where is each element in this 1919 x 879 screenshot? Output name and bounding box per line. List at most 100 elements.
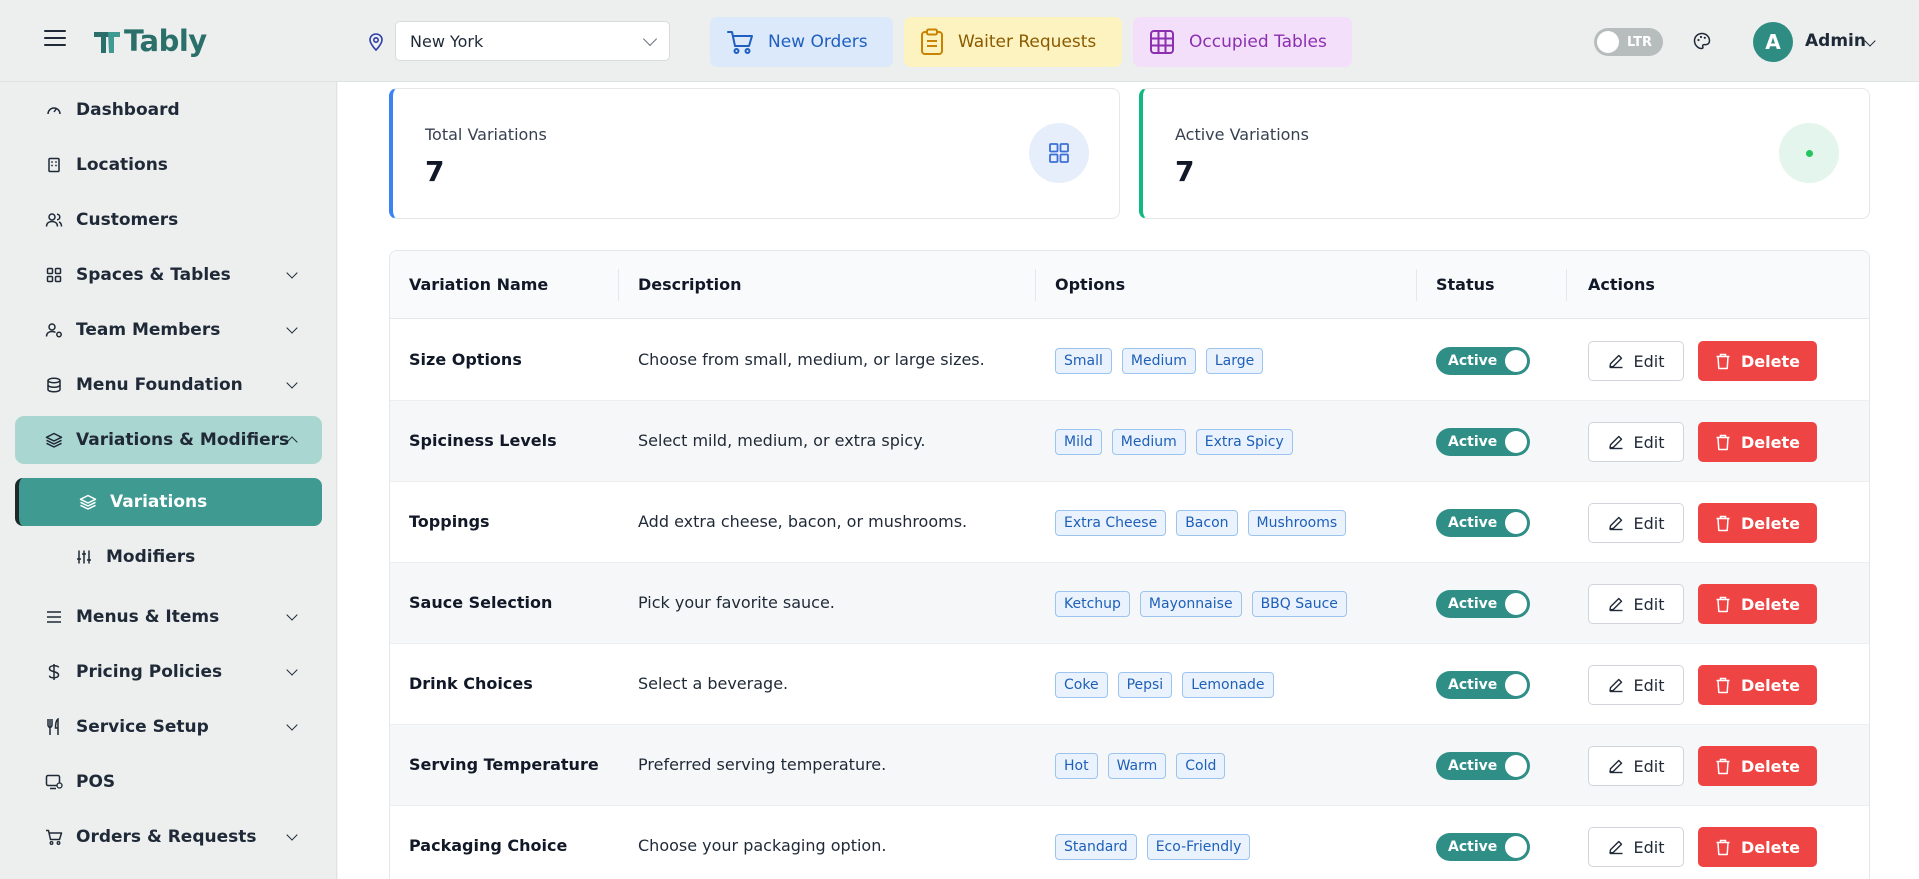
- delete-button[interactable]: Delete: [1698, 584, 1817, 624]
- sidebar-item-label: Team Members: [76, 320, 221, 340]
- delete-button[interactable]: Delete: [1698, 503, 1817, 543]
- status-toggle[interactable]: Active: [1436, 752, 1530, 780]
- chevron-down-icon: [286, 829, 298, 841]
- sidebar-item-label: Variations & Modifiers: [76, 430, 290, 450]
- occupied-tables-label: Occupied Tables: [1189, 32, 1327, 52]
- sidebar-item-menus-items[interactable]: Menus & Items: [15, 593, 322, 641]
- total-variations-card: Total Variations 7: [389, 88, 1120, 219]
- status-toggle[interactable]: Active: [1436, 833, 1530, 861]
- chevron-down-icon: [286, 377, 298, 389]
- cart-icon: [45, 828, 63, 846]
- sidebar-item-service-setup[interactable]: Service Setup: [15, 703, 322, 751]
- status-toggle[interactable]: Active: [1436, 509, 1530, 537]
- option-chip: Mushrooms: [1247, 510, 1347, 536]
- location-select-value: New York: [410, 31, 484, 51]
- variation-name: Packaging Choice: [409, 836, 568, 855]
- status-toggle[interactable]: Active: [1436, 590, 1530, 618]
- variation-name: Serving Temperature: [409, 755, 599, 774]
- pencil-icon: [1608, 435, 1622, 450]
- avatar[interactable]: A: [1753, 22, 1793, 62]
- sidebar-item-customers[interactable]: Customers: [15, 196, 322, 244]
- direction-toggle[interactable]: LTR: [1594, 28, 1663, 56]
- option-chip: Small: [1055, 348, 1112, 374]
- sidebar-item-orders-requests[interactable]: Orders & Requests: [15, 813, 322, 861]
- sidebar-item-menu-foundation[interactable]: Menu Foundation: [15, 361, 322, 409]
- chevron-down-icon: [642, 31, 658, 46]
- delete-label: Delete: [1741, 594, 1800, 614]
- status-toggle[interactable]: Active: [1436, 671, 1530, 699]
- trash-icon: [1716, 515, 1730, 531]
- edit-button[interactable]: Edit: [1588, 827, 1684, 867]
- option-chip: Extra Spicy: [1195, 429, 1293, 455]
- list-icon: [45, 608, 63, 626]
- table-row: Size Options Choose from small, medium, o…: [390, 320, 1869, 401]
- option-chip: Medium: [1121, 348, 1196, 374]
- header-options: Options: [1055, 275, 1126, 294]
- table-row: Spiciness Levels Select mild, medium, or …: [390, 401, 1869, 482]
- sidebar-item-variations[interactable]: Variations: [15, 478, 322, 526]
- delete-button[interactable]: Delete: [1698, 422, 1817, 462]
- variation-name: Sauce Selection: [409, 593, 553, 612]
- delete-button[interactable]: Delete: [1698, 827, 1817, 867]
- sidebar-item-label: Spaces & Tables: [76, 265, 231, 285]
- option-chip: Extra Cheese: [1055, 510, 1167, 536]
- sidebar-item-pricing-policies[interactable]: Pricing Policies: [15, 648, 322, 696]
- edit-button[interactable]: Edit: [1588, 503, 1684, 543]
- table-row: Sauce Selection Pick your favorite sauce.…: [390, 563, 1869, 644]
- option-chip: Bacon: [1176, 510, 1238, 536]
- sidebar-item-variations-modifiers[interactable]: Variations & Modifiers: [15, 416, 322, 464]
- variation-description: Preferred serving temperature.: [638, 755, 887, 774]
- sidebar-item-label: Menu Foundation: [76, 375, 243, 395]
- table-row: Toppings Add extra cheese, bacon, or mush…: [390, 482, 1869, 563]
- location-pin-icon: [369, 33, 383, 51]
- user-name[interactable]: Admin: [1805, 31, 1866, 51]
- variation-description: Add extra cheese, bacon, or mushrooms.: [638, 512, 968, 531]
- sidebar-item-label: Modifiers: [106, 547, 196, 567]
- sidebar-item-pos[interactable]: POS: [15, 758, 322, 806]
- chevron-down-icon: [286, 267, 298, 279]
- stat-label: Total Variations: [425, 125, 547, 144]
- brand-logo[interactable]: Tably: [92, 24, 207, 58]
- pencil-icon: [1608, 597, 1622, 612]
- option-chip: Warm: [1107, 753, 1167, 779]
- sidebar-item-spaces-tables[interactable]: Spaces & Tables: [15, 251, 322, 299]
- monitor-icon: [45, 773, 63, 791]
- delete-button[interactable]: Delete: [1698, 341, 1817, 381]
- option-chip: Mild: [1055, 429, 1102, 455]
- palette-icon[interactable]: [1693, 32, 1711, 50]
- new-orders-button[interactable]: New Orders: [710, 17, 893, 67]
- clipboard-icon: [921, 28, 943, 55]
- delete-button[interactable]: Delete: [1698, 665, 1817, 705]
- occupied-tables-button[interactable]: Occupied Tables: [1133, 17, 1352, 67]
- status-label: Active: [1448, 677, 1498, 693]
- delete-button[interactable]: Delete: [1698, 746, 1817, 786]
- sidebar-item-team-members[interactable]: Team Members: [15, 306, 322, 354]
- chevron-down-icon[interactable]: [1864, 35, 1876, 47]
- status-toggle[interactable]: Active: [1436, 347, 1530, 375]
- utensils-icon: [45, 718, 63, 736]
- sidebar-item-locations[interactable]: Locations: [15, 141, 322, 189]
- edit-button[interactable]: Edit: [1588, 746, 1684, 786]
- user-cog-icon: [45, 321, 63, 339]
- option-chip: Coke: [1055, 672, 1108, 698]
- option-chip: Standard: [1055, 834, 1137, 860]
- toggle-knob: [1505, 593, 1527, 615]
- status-label: Active: [1448, 839, 1498, 855]
- edit-button[interactable]: Edit: [1588, 422, 1684, 462]
- options-list: Hot Warm Cold: [1055, 753, 1226, 779]
- options-list: Small Medium Large: [1055, 348, 1264, 374]
- sidebar-item-dashboard[interactable]: Dashboard: [15, 86, 322, 134]
- waiter-requests-button[interactable]: Waiter Requests: [904, 17, 1122, 67]
- status-toggle[interactable]: Active: [1436, 428, 1530, 456]
- hamburger-menu-icon[interactable]: [44, 30, 66, 48]
- edit-label: Edit: [1633, 432, 1665, 452]
- location-select[interactable]: New York: [395, 21, 670, 61]
- edit-button[interactable]: Edit: [1588, 665, 1684, 705]
- edit-button[interactable]: Edit: [1588, 341, 1684, 381]
- option-chip: Mayonnaise: [1139, 591, 1242, 617]
- header-description: Description: [638, 275, 742, 294]
- option-chip: Hot: [1055, 753, 1098, 779]
- trash-icon: [1716, 596, 1730, 612]
- edit-button[interactable]: Edit: [1588, 584, 1684, 624]
- sidebar-item-modifiers[interactable]: Modifiers: [15, 533, 322, 581]
